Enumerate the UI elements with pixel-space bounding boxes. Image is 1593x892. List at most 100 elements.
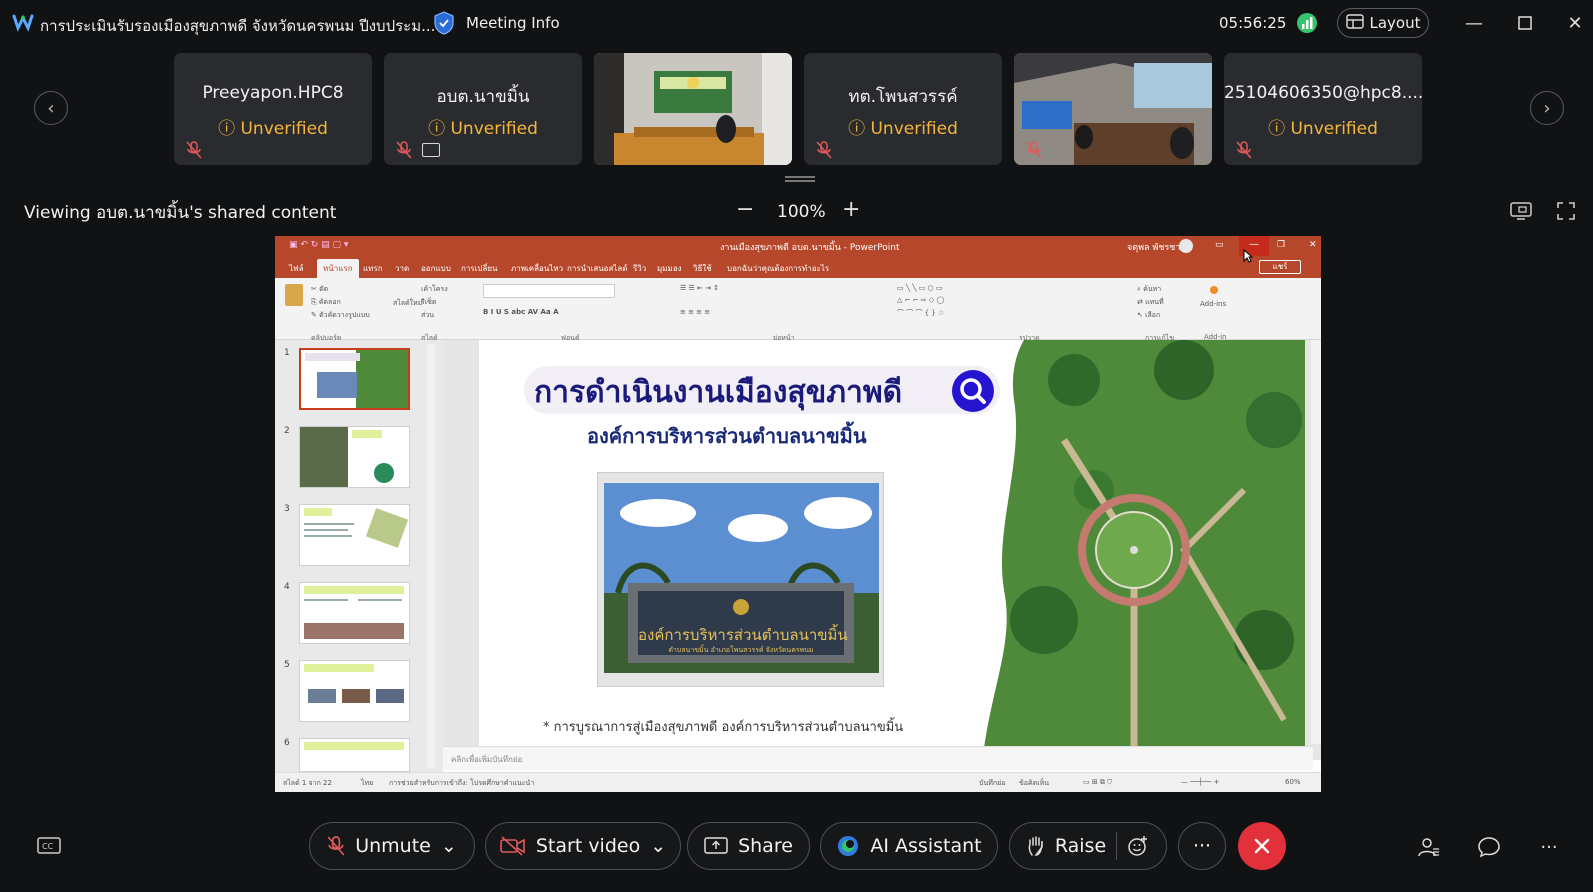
meeting-timer: 05:56:25 bbox=[1219, 14, 1287, 32]
start-video-button[interactable]: Start video ⌄ bbox=[485, 822, 681, 870]
shapes-gallery-icon: △ ⌐ ⌐ ⇨ ◇ ◯ bbox=[897, 296, 945, 304]
new-slide-label: สไลด์ใหม่ bbox=[393, 299, 423, 307]
meeting-info-link[interactable]: Meeting Info bbox=[466, 14, 560, 32]
screen-options-icon[interactable] bbox=[1510, 201, 1532, 221]
prev-participants-button[interactable]: ‹ bbox=[34, 91, 68, 125]
svg-text:CC: CC bbox=[42, 842, 54, 851]
shield-icon[interactable] bbox=[433, 11, 455, 35]
sign-subtext: ตำบลนาขมิ้น อำเภอโพนสวรรค์ จังหวัดนครพนม bbox=[668, 646, 814, 654]
ribbon-tab: วาด bbox=[395, 264, 410, 273]
add-reaction-icon[interactable] bbox=[1127, 835, 1149, 857]
participant-tile[interactable]: ทต.โพนสวรรค์ ⓘ Unverified bbox=[804, 53, 1002, 165]
notes-placeholder: คลิกเพื่อเพิ่มบันทึกย่อ bbox=[451, 755, 523, 764]
more-panels-icon[interactable]: ··· bbox=[1532, 830, 1566, 864]
section-label: ส่วน bbox=[421, 311, 434, 319]
more-label: ··· bbox=[1192, 835, 1212, 857]
comments-toggle: ข้อคิดเห็น bbox=[1019, 779, 1050, 787]
chevron-down-icon[interactable]: ⌄ bbox=[441, 835, 457, 857]
slide-thumbnail bbox=[299, 738, 410, 772]
layout-grid-icon bbox=[1345, 13, 1364, 33]
maximize-window-icon[interactable] bbox=[1510, 8, 1540, 38]
ppt-close-icon: ✕ bbox=[1309, 240, 1317, 250]
participant-tile[interactable]: 25104606350@hpc8.... ⓘ Unverified bbox=[1224, 53, 1422, 165]
end-meeting-button[interactable] bbox=[1238, 822, 1286, 870]
fullscreen-icon[interactable] bbox=[1556, 201, 1576, 221]
find-label: ⌕ ค้นหา bbox=[1137, 285, 1162, 293]
start-video-label: Start video bbox=[535, 835, 641, 857]
format-painter-label: ✎ ตัวคัดวางรูปแบบ bbox=[311, 311, 370, 319]
align-icons: ≡ ≡ ≡ ≡ bbox=[680, 308, 711, 316]
unverified-badge: ⓘ Unverified bbox=[428, 119, 538, 139]
slide-thumbnail-pane: 1 2 3 4 5 6 bbox=[275, 340, 443, 772]
minimize-window-icon[interactable]: — bbox=[1459, 8, 1489, 38]
network-signal-icon[interactable] bbox=[1296, 12, 1318, 34]
participant-name: 25104606350@hpc8.... bbox=[1224, 83, 1422, 103]
close-icon bbox=[1254, 838, 1270, 854]
slide-scrollbar bbox=[1311, 340, 1321, 744]
raise-hand-icon bbox=[1028, 836, 1043, 856]
participant-tile[interactable]: Preeyapon.HPC8 ⓘ Unverified bbox=[174, 53, 372, 165]
muted-mic-icon bbox=[396, 141, 412, 159]
close-window-icon[interactable]: ✕ bbox=[1560, 8, 1590, 38]
zoom-in-button[interactable]: + bbox=[842, 199, 860, 221]
ribbon: ✂ ตัด ⎘ คัดลอก ✎ ตัวคัดวางรูปแบบ สไลด์ให… bbox=[275, 278, 1321, 342]
slide-title: การดำเนินงานเมืองสุขภาพดี bbox=[534, 375, 903, 410]
raise-label[interactable]: Raise bbox=[1055, 835, 1106, 857]
video-off-icon bbox=[500, 836, 525, 856]
unmute-button[interactable]: Unmute ⌄ bbox=[309, 822, 475, 870]
paste-icon bbox=[285, 284, 303, 306]
replace-label: ⇄ แทนที่ bbox=[1137, 298, 1164, 306]
ribbon-display-icon: ▭ bbox=[1215, 240, 1224, 250]
layout-button[interactable]: Layout bbox=[1337, 8, 1429, 38]
meeting-title: การประเมินรับรองเมืองสุขภาพดี จังหวัดนคร… bbox=[40, 17, 436, 35]
muted-mic-icon bbox=[186, 141, 202, 159]
divider bbox=[1116, 832, 1118, 860]
share-button[interactable]: Share bbox=[687, 822, 810, 870]
ribbon-tab-active: หน้าแรก bbox=[317, 259, 359, 279]
zoom-out-button[interactable]: − bbox=[736, 199, 754, 221]
powerpoint-titlebar: ▣ ↶ ↻ ▤ ▢ ▾ งานเมืองสุขภาพดี อบต.นาขมิ้น… bbox=[275, 236, 1321, 279]
ribbon-tab: การนำเสนอสไลด์ bbox=[567, 264, 628, 273]
slide-canvas: การดำเนินงานเมืองสุขภาพดี องค์การบริหารส… bbox=[443, 340, 1321, 760]
chevron-down-icon[interactable]: ⌄ bbox=[650, 835, 666, 857]
more-options-button[interactable]: ··· bbox=[1178, 822, 1226, 870]
ai-assistant-button[interactable]: AI Assistant bbox=[820, 822, 998, 870]
unverified-badge: ⓘ Unverified bbox=[1268, 119, 1378, 139]
user-avatar bbox=[1179, 239, 1193, 253]
participant-name: อบต.นาขมิ้น bbox=[436, 87, 530, 107]
unverified-badge: ⓘ Unverified bbox=[218, 119, 328, 139]
participants-icon[interactable] bbox=[1412, 830, 1446, 864]
participant-tile[interactable]: อบต.นาขมิ้น ⓘ Unverified bbox=[384, 53, 582, 165]
powerpoint-user-name: จตุพล พัชรชาย bbox=[1127, 243, 1186, 253]
chat-icon[interactable] bbox=[1472, 830, 1506, 864]
info-circle-icon: ⓘ bbox=[428, 119, 451, 139]
layout-label: Layout bbox=[1369, 14, 1421, 32]
accessibility-status: การช่วยสำหรับการเข้าถึง: โปรดศึกษาคำแนะน… bbox=[389, 779, 535, 787]
unverified-badge: ⓘ Unverified bbox=[848, 119, 958, 139]
slide-thumbnail bbox=[299, 660, 410, 722]
participant-video-tile[interactable] bbox=[594, 53, 792, 165]
info-circle-icon: ⓘ bbox=[1268, 119, 1291, 139]
share-label: Share bbox=[738, 835, 793, 857]
search-icon bbox=[952, 370, 994, 412]
slide-number: 1 bbox=[284, 348, 290, 358]
shared-screen[interactable]: ▣ ↶ ↻ ▤ ▢ ▾ งานเมืองสุขภาพดี อบต.นาขมิ้น… bbox=[275, 236, 1321, 792]
slide-number: 3 bbox=[284, 504, 290, 514]
slide-number: 2 bbox=[284, 426, 290, 436]
tell-me-box: บอกฉันว่าคุณต้องการทำอะไร bbox=[727, 264, 830, 273]
raise-reactions-group[interactable]: Raise bbox=[1009, 822, 1167, 870]
captions-icon[interactable]: CC bbox=[32, 830, 66, 864]
ribbon-tabs: ไฟล์ หน้าแรก แทรก วาด ออกแบบ การเปลี่ยน … bbox=[275, 258, 1321, 279]
participant-video-tile[interactable] bbox=[1014, 53, 1212, 165]
ribbon-tab: การเปลี่ยน bbox=[461, 264, 498, 273]
language-status: ไทย bbox=[361, 779, 374, 787]
strip-resize-handle[interactable] bbox=[785, 176, 815, 182]
shapes-gallery-icon: ▭ ╲ ╲ ▭ ○ ▭ bbox=[897, 284, 943, 292]
muted-mic-icon bbox=[327, 836, 345, 856]
muted-mic-icon bbox=[1026, 141, 1042, 159]
paragraph-icons: ☰ ☰ ⇤ ⇥ ↕ bbox=[680, 284, 720, 292]
font-format-icons: B I U S abc AV Aa A bbox=[483, 308, 559, 316]
next-participants-button[interactable]: › bbox=[1530, 91, 1564, 125]
muted-mic-icon bbox=[816, 141, 832, 159]
slide-number: 6 bbox=[284, 738, 290, 748]
